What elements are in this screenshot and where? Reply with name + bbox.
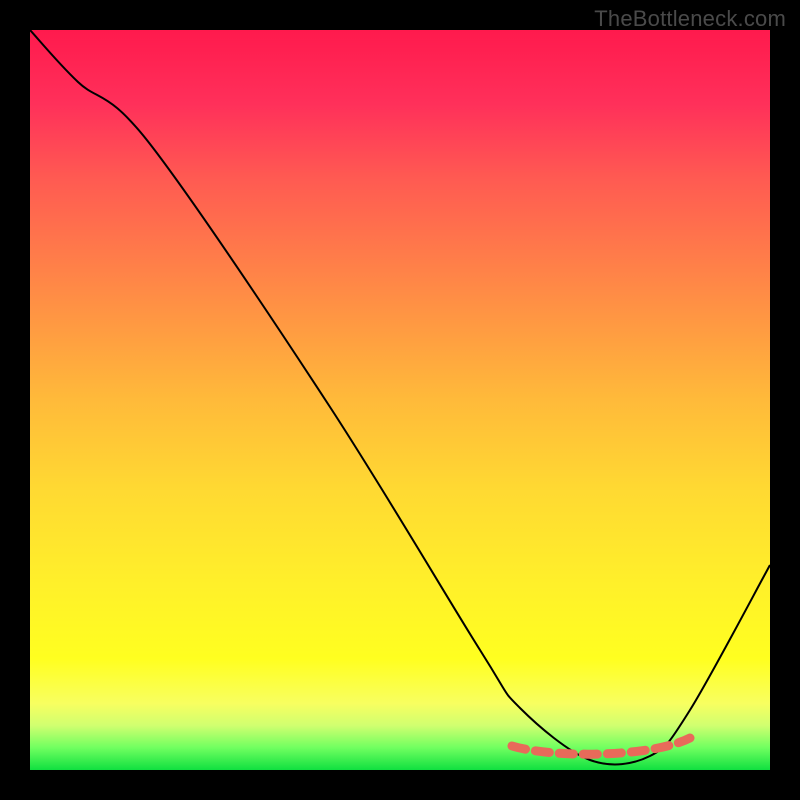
bottleneck-curve-line bbox=[30, 30, 770, 764]
watermark-text: TheBottleneck.com bbox=[594, 6, 786, 32]
chart-plot-area bbox=[30, 30, 770, 770]
chart-svg bbox=[30, 30, 770, 770]
optimal-range-marker bbox=[512, 738, 690, 754]
